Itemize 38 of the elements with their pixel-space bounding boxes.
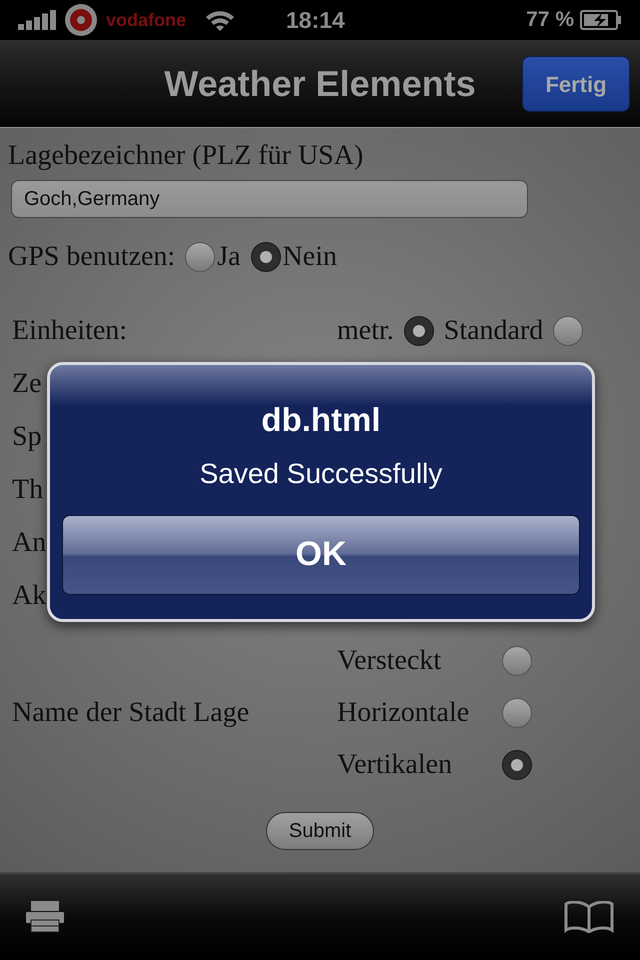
option-label: Versteckt xyxy=(337,644,442,678)
option-label: Nein xyxy=(282,240,337,274)
field-label: Ak xyxy=(12,578,46,612)
option-label: metr. xyxy=(337,314,394,348)
battery-icon xyxy=(580,10,622,30)
signal-icon xyxy=(18,10,56,30)
radio-button[interactable] xyxy=(502,646,532,676)
radio-button[interactable] xyxy=(553,316,584,346)
option-label: Ja xyxy=(217,240,241,274)
field-label: Sp xyxy=(12,420,42,454)
carrier-name: vodafone xyxy=(106,8,186,32)
radio-button[interactable] xyxy=(404,316,434,346)
printer-icon[interactable] xyxy=(26,901,66,933)
submit-button[interactable]: Submit xyxy=(266,812,374,850)
radio-button[interactable] xyxy=(502,698,532,728)
option-label: Vertikalen xyxy=(337,748,452,782)
field-label: Th xyxy=(12,472,44,506)
done-button[interactable]: Fertig xyxy=(522,56,630,112)
option-label: Standard xyxy=(444,314,544,348)
radio-button[interactable] xyxy=(502,750,532,780)
ok-button[interactable]: OK xyxy=(62,514,580,594)
carrier-logo-icon xyxy=(64,3,98,37)
radio-button[interactable] xyxy=(250,242,281,272)
field-label: Lagebezeichner (PLZ für USA) xyxy=(8,140,364,172)
battery-percent: 77 % xyxy=(526,7,574,34)
field-label: GPS benutzen: xyxy=(8,240,176,274)
clock: 18:14 xyxy=(286,6,345,35)
location-field[interactable]: Goch,Germany xyxy=(11,180,528,218)
book-icon[interactable] xyxy=(564,901,614,933)
page-title: Weather Elements xyxy=(164,62,476,106)
field-label: Ze xyxy=(12,366,42,400)
option-label: Horizontale xyxy=(337,696,470,730)
field-label: Name der Stadt Lage xyxy=(12,696,250,730)
alert-message: Saved Successfully xyxy=(200,456,442,491)
alert-title: db.html xyxy=(261,400,381,440)
radio-button[interactable] xyxy=(185,242,216,272)
field-label: Einheiten: xyxy=(12,314,128,348)
field-label: An xyxy=(12,526,46,560)
